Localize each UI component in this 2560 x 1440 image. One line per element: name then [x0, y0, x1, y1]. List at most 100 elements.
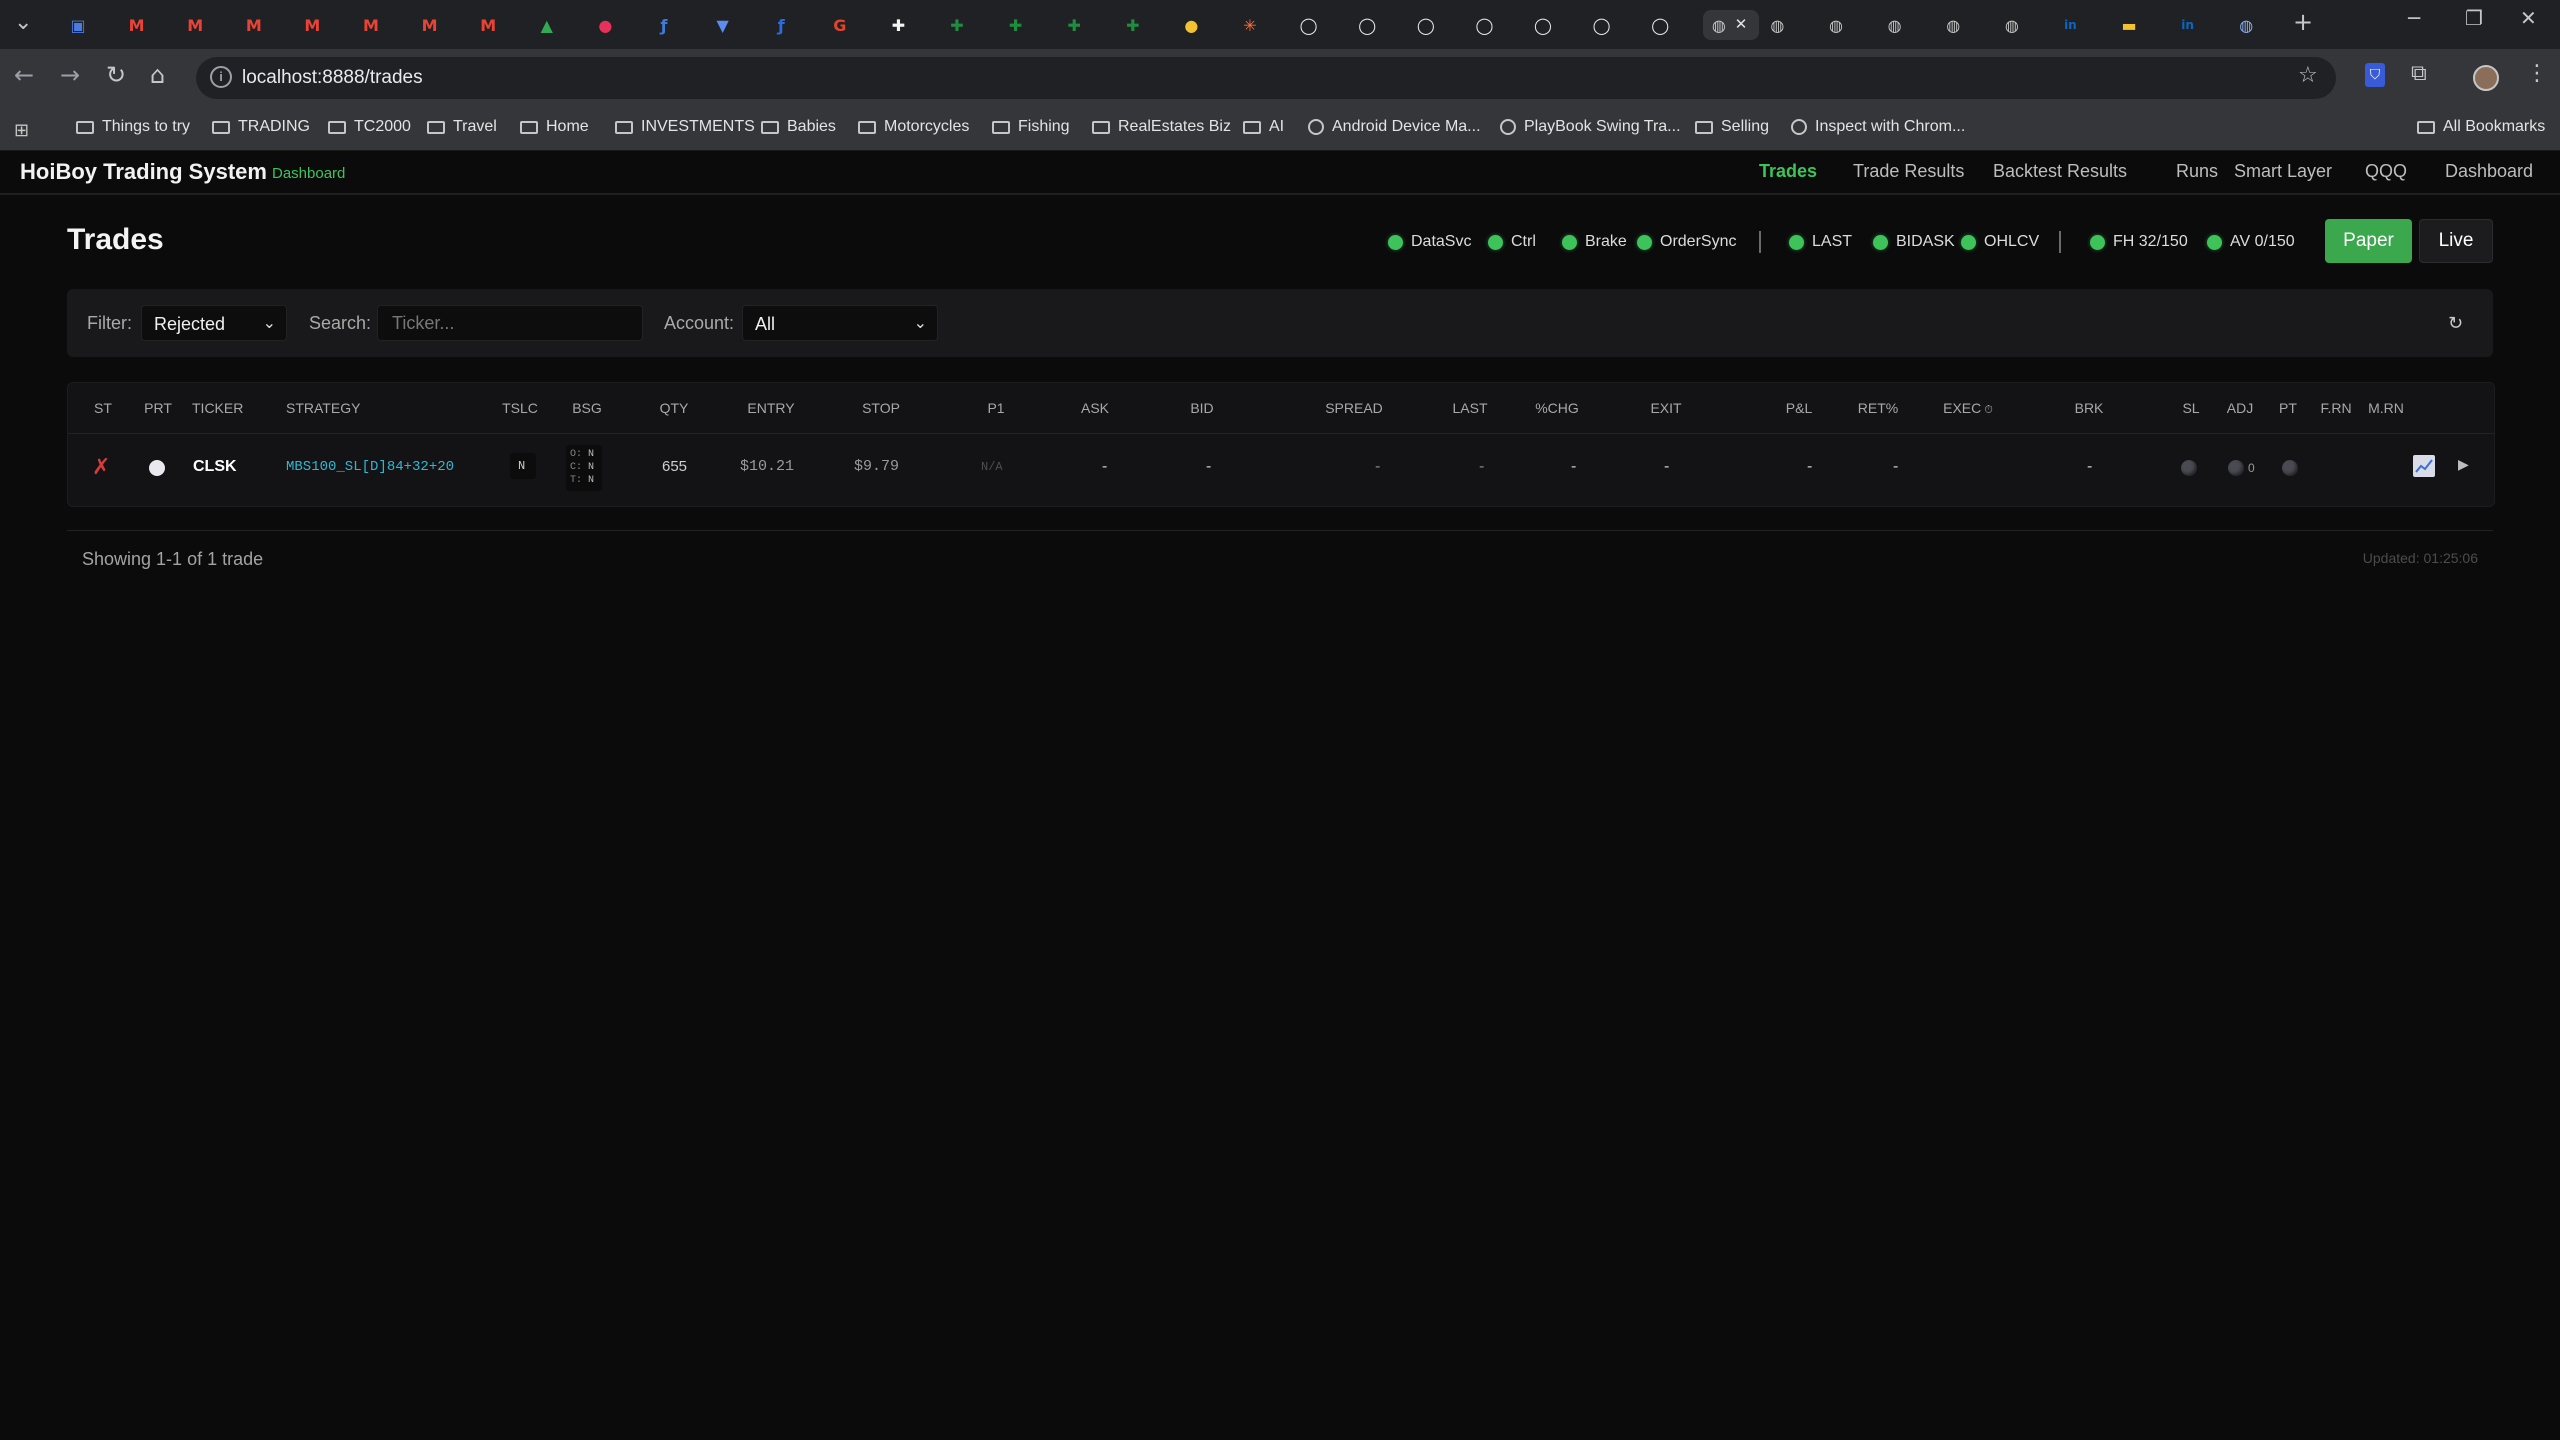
browser-tab[interactable]: ◯ — [1586, 10, 1642, 40]
column-header[interactable]: LAST — [1452, 400, 1487, 416]
close-window-icon[interactable]: ✕ — [2520, 6, 2537, 30]
refresh-icon[interactable]: ↻ — [2448, 313, 2463, 334]
browser-tab[interactable]: M — [121, 10, 177, 40]
browser-tab[interactable]: M — [472, 10, 528, 40]
browser-tab[interactable]: ◯ — [1351, 10, 1407, 40]
paper-mode-button[interactable]: Paper — [2325, 219, 2412, 263]
bookmark-item[interactable]: INVESTMENTS — [615, 118, 755, 136]
browser-tab[interactable]: ◍ ✕ — [1702, 10, 1759, 40]
browser-tab[interactable]: ◯ — [1527, 10, 1583, 40]
column-header[interactable]: BRK — [2075, 400, 2104, 416]
browser-tab[interactable]: ◍ — [1820, 10, 1876, 40]
browser-tab[interactable]: ◍ — [1937, 10, 1993, 40]
column-header[interactable]: EXEC ⏱ — [1943, 400, 1993, 417]
browser-tab[interactable]: ◯ — [1468, 10, 1524, 40]
browser-tab[interactable]: ◍ — [1761, 10, 1817, 40]
minimize-icon[interactable]: ─ — [2408, 6, 2420, 30]
home-icon[interactable]: ⌂ — [150, 61, 165, 89]
adj-indicator[interactable]: 0 — [2228, 460, 2255, 476]
browser-tab[interactable]: M — [296, 10, 352, 40]
nav-link-runs[interactable]: Runs — [2176, 161, 2218, 182]
bookmark-item[interactable]: All Bookmarks — [2417, 118, 2545, 136]
bookmark-item[interactable]: Inspect with Chrom... — [1791, 118, 1965, 136]
column-header[interactable]: TICKER — [192, 400, 243, 416]
reload-icon[interactable]: ↻ — [106, 61, 126, 89]
browser-tab[interactable]: ✚ — [1117, 10, 1173, 40]
brand-subtitle[interactable]: Dashboard — [272, 165, 345, 182]
browser-tab[interactable]: ƒ — [648, 10, 704, 40]
bookmark-item[interactable]: AI — [1243, 118, 1284, 136]
browser-tab[interactable]: ƒ — [765, 10, 821, 40]
tab-search-icon[interactable]: ⌄ — [14, 10, 32, 35]
extensions-icon[interactable]: ⧉ — [2411, 61, 2427, 86]
password-manager-icon[interactable]: ⛉ — [2365, 63, 2385, 87]
column-header[interactable]: %CHG — [1535, 400, 1579, 416]
account-select[interactable]: All ⌄ — [742, 305, 938, 341]
strategy-link[interactable]: MBS100_SL[D]84+32+20 — [286, 459, 454, 475]
column-header[interactable]: ENTRY — [747, 400, 794, 416]
forward-icon[interactable]: → — [60, 61, 80, 89]
site-info-icon[interactable]: i — [210, 66, 232, 88]
apps-grid-icon[interactable]: ⊞ — [14, 120, 29, 141]
column-header[interactable]: SPREAD — [1325, 400, 1383, 416]
browser-tab[interactable]: ▲ — [531, 10, 587, 40]
column-header[interactable]: ASK — [1081, 400, 1109, 416]
browser-tab[interactable]: M — [414, 10, 470, 40]
browser-tab[interactable]: ◍ — [2230, 10, 2286, 40]
bookmark-item[interactable]: Travel — [427, 118, 497, 136]
bookmark-star-icon[interactable]: ☆ — [2298, 63, 2318, 88]
browser-tab[interactable]: ◯ — [1410, 10, 1466, 40]
column-header[interactable]: TSLC — [502, 400, 538, 416]
bookmark-item[interactable]: Babies — [761, 118, 836, 136]
new-tab-icon[interactable]: + — [2293, 8, 2313, 36]
browser-tab[interactable]: M — [355, 10, 411, 40]
browser-tab[interactable]: ▣ — [62, 10, 118, 40]
bookmark-item[interactable]: Android Device Ma... — [1308, 118, 1481, 136]
bookmark-item[interactable]: TC2000 — [328, 118, 411, 136]
bookmark-item[interactable]: Fishing — [992, 118, 1070, 136]
sl-indicator[interactable] — [2181, 460, 2197, 481]
bookmark-item[interactable]: Things to try — [76, 118, 190, 136]
browser-tab[interactable]: ✚ — [882, 10, 938, 40]
browser-tab[interactable]: M — [179, 10, 235, 40]
browser-tab[interactable]: ● — [589, 10, 645, 40]
browser-menu-icon[interactable]: ⋮ — [2526, 61, 2548, 86]
column-header[interactable]: BID — [1190, 400, 1213, 416]
column-header[interactable]: EXIT — [1650, 400, 1681, 416]
address-bar[interactable]: i localhost:8888/trades ☆ — [196, 57, 2336, 99]
browser-tab[interactable]: ◍ — [1996, 10, 2052, 40]
nav-link-trade-results[interactable]: Trade Results — [1853, 161, 1964, 182]
column-header[interactable]: PRT — [144, 400, 172, 416]
column-header[interactable]: P&L — [1786, 400, 1812, 416]
chart-icon[interactable] — [2413, 455, 2435, 477]
browser-tab[interactable]: ◯ — [1644, 10, 1700, 40]
bookmark-item[interactable]: Home — [520, 118, 589, 136]
browser-tab[interactable]: in — [2054, 10, 2110, 40]
profile-avatar[interactable] — [2473, 65, 2499, 91]
browser-tab[interactable]: ▬ — [2113, 10, 2169, 40]
column-header[interactable]: STRATEGY — [286, 400, 360, 416]
column-header[interactable]: STOP — [862, 400, 900, 416]
browser-tab[interactable]: M — [238, 10, 294, 40]
bookmark-item[interactable]: Motorcycles — [858, 118, 969, 136]
browser-tab[interactable]: ✚ — [941, 10, 997, 40]
restore-icon[interactable]: ❐ — [2465, 6, 2483, 30]
column-header[interactable]: ADJ — [2227, 400, 2253, 416]
nav-link-dashboard[interactable]: Dashboard — [2445, 161, 2533, 182]
column-header[interactable]: BSG — [572, 400, 602, 416]
browser-tab[interactable]: G — [824, 10, 880, 40]
bookmark-item[interactable]: RealEstates Biz — [1092, 118, 1231, 136]
filter-select[interactable]: Rejected ⌄ — [141, 305, 287, 341]
nav-link-smart-layer[interactable]: Smart Layer — [2234, 161, 2332, 182]
brand-title[interactable]: HoiBoy Trading System — [20, 159, 267, 185]
column-header[interactable]: QTY — [660, 400, 689, 416]
browser-tab[interactable]: ◯ — [1293, 10, 1349, 40]
browser-tab[interactable]: ✚ — [1058, 10, 1114, 40]
browser-tab[interactable]: ▼ — [707, 10, 763, 40]
pt-indicator[interactable] — [2282, 460, 2298, 481]
ticker-search-input[interactable] — [377, 305, 643, 341]
browser-tab[interactable]: ✳ — [1234, 10, 1290, 40]
column-header[interactable]: F.RN — [2320, 400, 2351, 416]
close-tab-icon[interactable]: ✕ — [1735, 15, 1748, 33]
column-header[interactable]: PT — [2279, 400, 2297, 416]
